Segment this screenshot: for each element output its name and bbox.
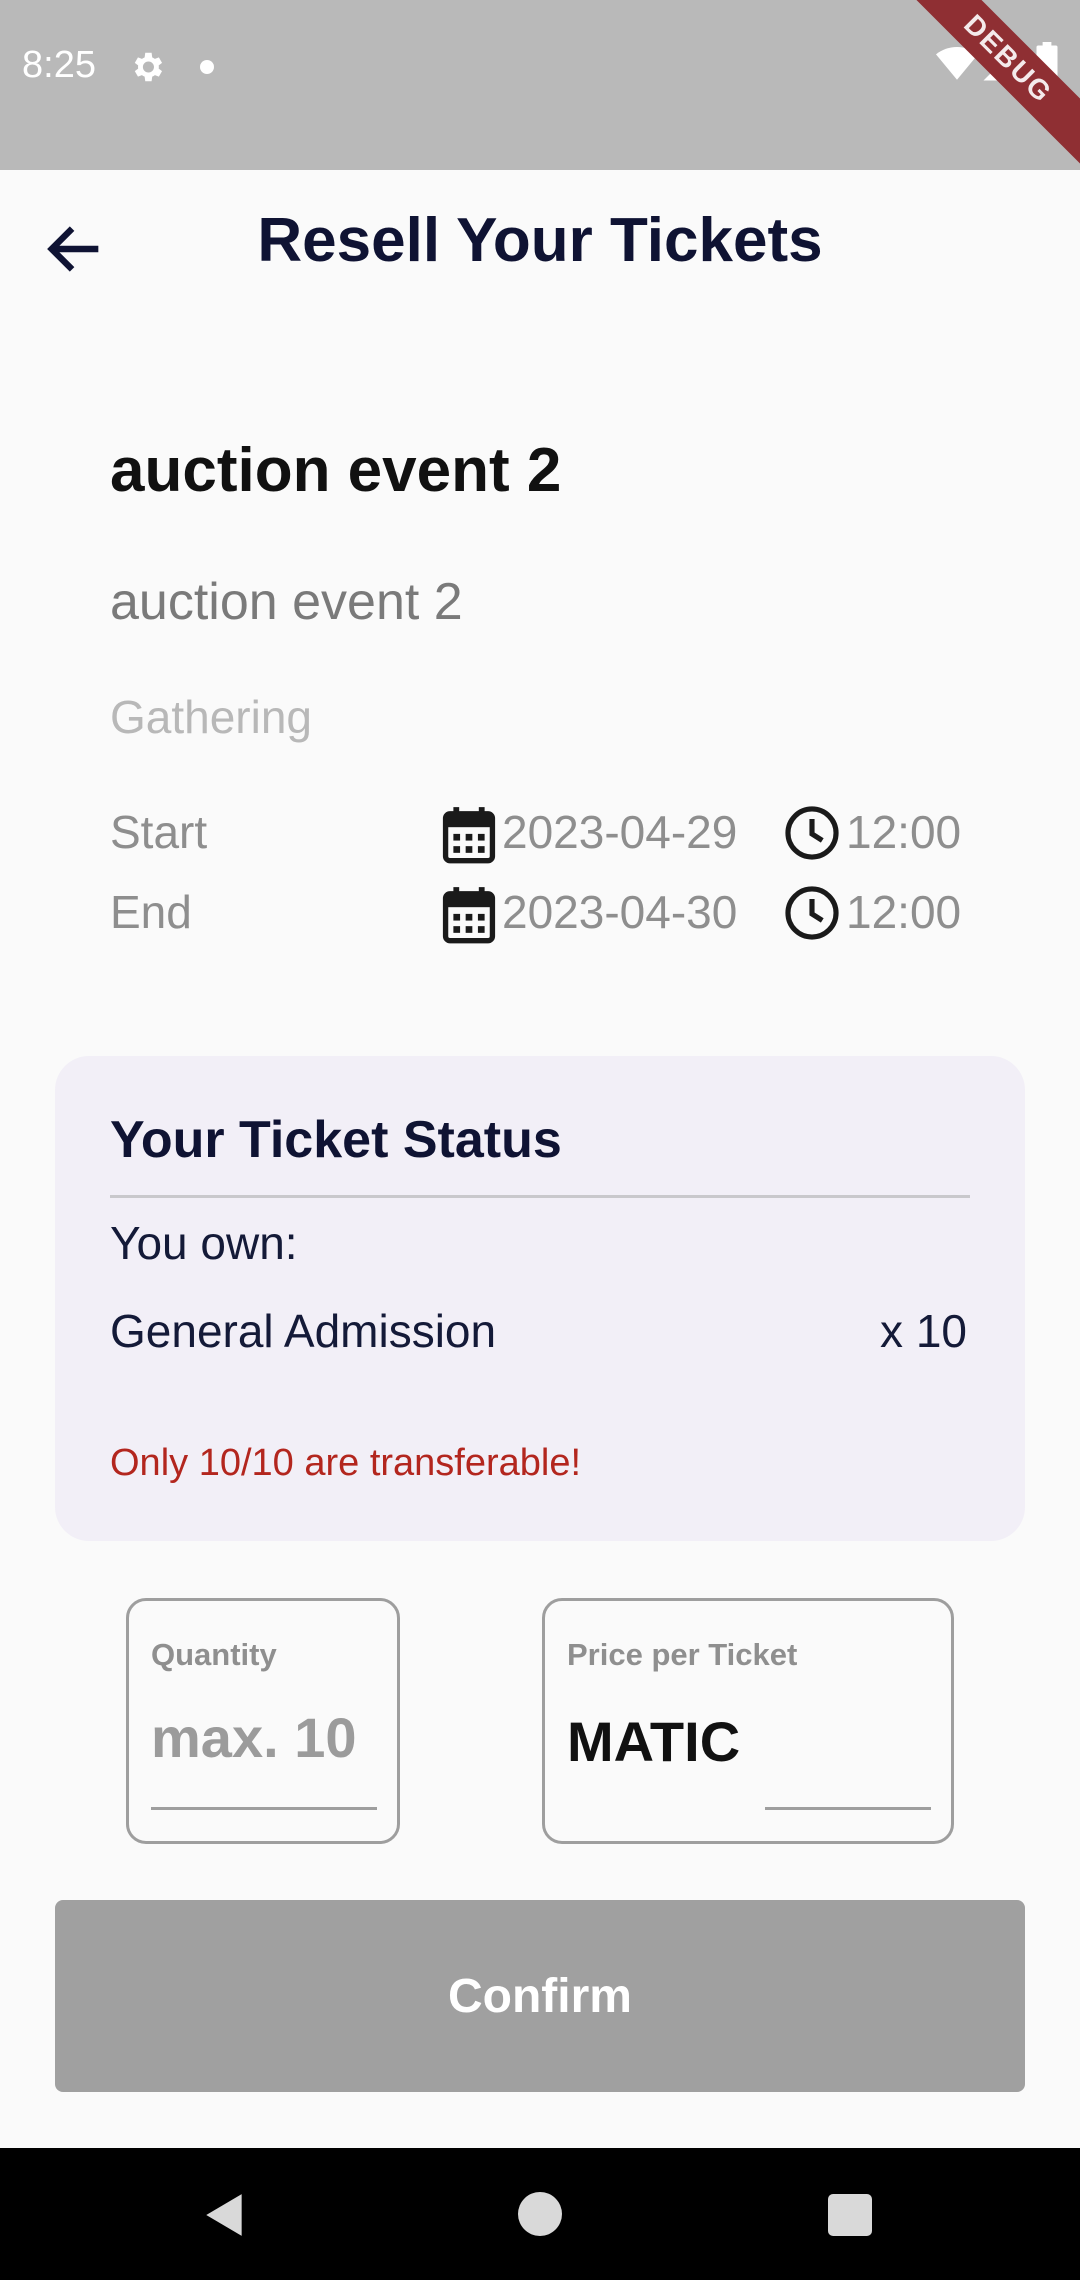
calendar-icon: [442, 887, 496, 944]
end-time: 12:00: [846, 886, 962, 938]
ticket-status-title: Your Ticket Status: [110, 1111, 562, 1169]
status-bar: 8:25 DEBUG: [0, 0, 1080, 182]
quantity-underline: [151, 1807, 377, 1810]
event-name: auction event 2: [110, 436, 562, 505]
event-category: Gathering: [110, 691, 313, 743]
clock-icon: [785, 806, 839, 860]
price-label: Price per Ticket: [567, 1637, 798, 1672]
price-currency: MATIC: [567, 1710, 741, 1773]
divider: [110, 1195, 970, 1198]
price-underline: [765, 1807, 931, 1810]
end-date: 2023-04-30: [502, 886, 738, 938]
end-label: End: [110, 886, 192, 938]
quantity-input[interactable]: [151, 1705, 377, 1770]
nav-home-icon[interactable]: [518, 2192, 562, 2236]
ticket-type-name: General Admission: [110, 1305, 497, 1357]
event-description: auction event 2: [110, 573, 463, 631]
quantity-label: Quantity: [151, 1637, 277, 1672]
clock-icon: [785, 886, 839, 940]
screen: 8:25 DEBUG Resell Your Tickets auction e…: [0, 0, 1080, 2280]
ticket-type-quantity: x 10: [880, 1305, 967, 1357]
start-label: Start: [110, 806, 208, 858]
gear-icon: [134, 52, 163, 82]
you-own-label: You own:: [110, 1217, 298, 1269]
debug-banner: DEBUG: [885, 0, 1080, 182]
nav-recents-icon[interactable]: [828, 2194, 872, 2236]
calendar-icon: [442, 807, 496, 864]
ticket-status-card: Your Ticket Status You own: General Admi…: [55, 1056, 1025, 1541]
confirm-button[interactable]: Confirm: [55, 1900, 1025, 2092]
quantity-field[interactable]: Quantity: [126, 1598, 400, 1844]
price-field[interactable]: Price per Ticket MATIC: [542, 1598, 954, 1844]
page-title: Resell Your Tickets: [257, 206, 823, 275]
nav-back-icon[interactable]: [200, 2190, 250, 2240]
notification-dot-icon: [200, 60, 214, 74]
transferable-warning: Only 10/10 are transferable!: [110, 1442, 582, 1484]
navigation-bar: [0, 2148, 1080, 2280]
price-input[interactable]: [765, 1705, 931, 1770]
start-date: 2023-04-29: [502, 806, 738, 858]
start-time: 12:00: [846, 806, 962, 858]
status-time: 8:25: [22, 44, 96, 86]
